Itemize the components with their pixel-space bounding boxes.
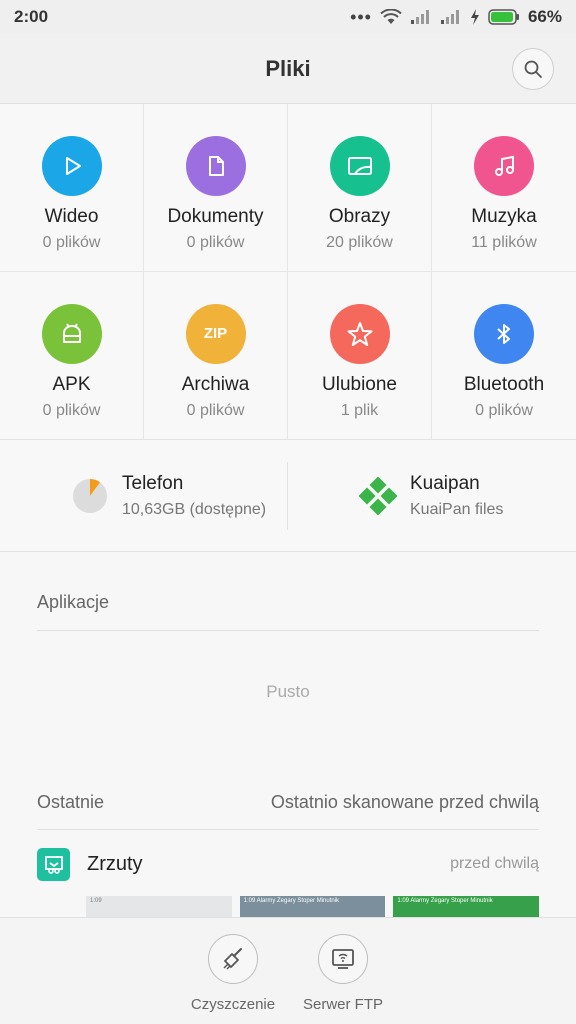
- category-label: Wideo: [44, 206, 99, 227]
- storage-subtitle: KuaiPan files: [410, 501, 504, 518]
- ftp-icon: [332, 949, 354, 969]
- category-documents[interactable]: Dokumenty 0 plików: [144, 104, 288, 272]
- clock: 2:00: [14, 7, 49, 26]
- category-label: APK: [52, 373, 91, 395]
- cleaner-button[interactable]: Czyszczenie: [189, 934, 277, 1024]
- category-count: 20 plików: [326, 234, 393, 251]
- search-icon: [524, 60, 542, 78]
- category-label: Obrazy: [328, 206, 391, 227]
- document-icon: [208, 156, 224, 176]
- zip-icon: ZIP: [203, 325, 228, 342]
- kuaipan-icon: [359, 477, 397, 515]
- category-icon-bg: [185, 136, 246, 196]
- page-title: Pliki: [265, 55, 311, 81]
- ftp-server-button[interactable]: Serwer FTP: [299, 934, 387, 1024]
- category-music[interactable]: Muzyka 11 plików: [432, 104, 576, 272]
- storage-section: Telefon 10,63GB (dostępne) Kuaipan KuaiP…: [0, 440, 576, 552]
- search-button[interactable]: [512, 48, 554, 90]
- category-images[interactable]: Obrazy 20 plików: [288, 104, 432, 272]
- category-icon-bg: [329, 136, 390, 196]
- broom-icon: [223, 948, 242, 970]
- apps-section-title: Aplikacje: [37, 580, 539, 631]
- category-count: 0 plików: [186, 234, 245, 251]
- more-notifications-icon: •••: [350, 7, 372, 27]
- screenshot-folder-icon: [37, 847, 70, 881]
- thumbnail[interactable]: 1:09 Alarmy Zegary Stoper Minutnik: [393, 896, 540, 918]
- category-apk[interactable]: APK 0 plików: [0, 271, 144, 439]
- category-video[interactable]: Wideo 0 plików: [0, 104, 144, 272]
- ftp-label: Serwer FTP: [302, 996, 383, 1013]
- recent-group-name: Zrzuty: [87, 852, 143, 875]
- signal-icon: [410, 10, 429, 24]
- category-count: 1 plik: [340, 401, 379, 419]
- category-icon-bg: [41, 303, 102, 364]
- category-count: 11 plików: [471, 234, 537, 251]
- category-label: Dokumenty: [167, 206, 264, 227]
- recent-group-time: przed chwilą: [450, 855, 539, 872]
- storage-phone[interactable]: Telefon 10,63GB (dostępne): [0, 462, 288, 530]
- storage-kuaipan[interactable]: Kuaipan KuaiPan files: [288, 440, 576, 552]
- category-label: Ulubione: [322, 373, 397, 395]
- thumbnail[interactable]: 1:09 Alarmy Zegary Stoper Minutnik: [239, 896, 386, 918]
- battery-percent: 66%: [527, 7, 562, 26]
- star-icon: [347, 321, 372, 346]
- pie-chart-icon: [73, 478, 107, 513]
- play-icon: [65, 157, 81, 175]
- category-grid: Wideo 0 plików Dokumenty 0 plików Obrazy…: [0, 104, 576, 440]
- thumbnail[interactable]: 1:09: [86, 896, 232, 918]
- recent-title: Ostatnie: [37, 792, 105, 812]
- charging-icon: [470, 9, 479, 25]
- category-icon-bg: [41, 136, 102, 196]
- wifi-icon: [380, 9, 402, 24]
- category-label: Archiwa: [181, 373, 250, 395]
- category-archives[interactable]: ZIP Archiwa 0 plików: [144, 271, 288, 439]
- category-icon-bg: ZIP: [185, 303, 246, 364]
- recent-scan-status: Ostatnio skanowane przed chwilą: [270, 792, 539, 812]
- category-icon-bg: [474, 303, 534, 364]
- android-icon: [62, 322, 81, 343]
- storage-title: Kuaipan: [410, 473, 480, 494]
- status-bar: 2:00 ••• 66%: [0, 0, 576, 34]
- category-count: 0 plików: [42, 401, 101, 419]
- battery-icon: [488, 9, 519, 25]
- category-favorites[interactable]: Ulubione 1 plik: [288, 271, 432, 439]
- category-icon-bg: [474, 136, 534, 196]
- category-count: 0 plików: [475, 401, 533, 419]
- app-header: Pliki: [0, 34, 576, 104]
- category-bluetooth[interactable]: Bluetooth 0 plików: [432, 272, 576, 440]
- bluetooth-icon: [497, 323, 510, 344]
- category-icon-bg: [329, 303, 390, 364]
- storage-subtitle: 10,63GB (dostępne): [122, 501, 267, 518]
- category-count: 0 plików: [42, 234, 101, 251]
- category-count: 0 plików: [186, 401, 245, 419]
- recent-group-screenshots[interactable]: Zrzuty przed chwilą: [37, 846, 539, 882]
- recent-thumbnails: 1:09 1:09 Alarmy Zegary Stoper Minutnik …: [86, 896, 540, 918]
- bottom-action-bar: Czyszczenie Serwer FTP: [0, 917, 576, 1024]
- music-icon: [495, 155, 514, 176]
- image-icon: [347, 157, 372, 175]
- cleaner-label: Czyszczenie: [190, 996, 276, 1013]
- category-label: Bluetooth: [463, 373, 545, 395]
- signal-icon: [440, 10, 459, 24]
- apps-empty-label: Pusto: [266, 682, 310, 701]
- recent-header: Ostatnie Ostatnio skanowane przed chwilą: [37, 780, 539, 830]
- category-label: Muzyka: [471, 206, 537, 227]
- storage-title: Telefon: [122, 473, 184, 494]
